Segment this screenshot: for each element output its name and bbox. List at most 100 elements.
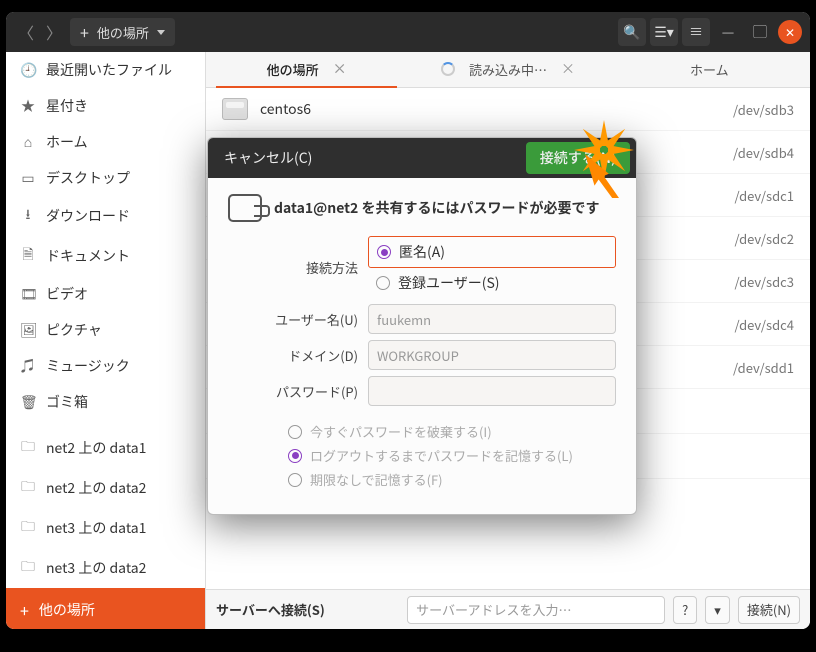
sidebar-item-label: ビデオ xyxy=(46,284,88,304)
radio-icon xyxy=(288,425,302,439)
sidebar-item-label: ゴミ箱 xyxy=(46,392,88,412)
username-input[interactable] xyxy=(368,304,616,334)
username-label: ユーザー名(U) xyxy=(228,310,368,329)
tab-home[interactable]: ホーム xyxy=(609,51,810,87)
search-button[interactable]: 🔍 xyxy=(618,18,646,46)
sidebar-item-recent[interactable]: 🕘 最近開いたファイル xyxy=(6,52,205,88)
sidebar-item-label: ドキュメント xyxy=(46,246,130,266)
sidebar-item-pictures[interactable]: 🖼 ピクチャ xyxy=(6,312,205,348)
chevron-down-icon xyxy=(157,30,165,35)
password-label: パスワード(P) xyxy=(228,382,368,401)
hamburger-menu[interactable]: ≡ xyxy=(682,18,710,46)
row-name: centos6 xyxy=(260,99,733,119)
plus-icon: + xyxy=(80,20,89,44)
folder-remote-icon: 🗀 xyxy=(20,516,36,540)
trash-icon: 🗑 xyxy=(20,392,36,412)
star-icon: ★ xyxy=(20,96,36,116)
tab-bar: 他の場所× 読み込み中… × ホーム xyxy=(206,52,810,88)
radio-icon xyxy=(288,449,302,463)
tab-close[interactable]: × xyxy=(561,59,575,79)
tab-loading[interactable]: 読み込み中… × xyxy=(407,51,608,87)
sidebar-item-label: ダウンロード xyxy=(46,206,130,226)
row-dev: /dev/sdc4 xyxy=(734,315,794,334)
row-dev: /dev/sdc3 xyxy=(734,272,794,291)
window-maximize[interactable]: ▢ xyxy=(746,18,774,46)
row-dev: /dev/sdb4 xyxy=(733,143,794,162)
password-dialog: キャンセル(C) 接続する(N) data1@net2 を共有するにはパスワード… xyxy=(207,137,637,515)
connect-button[interactable]: 接続(N) xyxy=(738,596,800,624)
radio-remember-forever[interactable]: 期限なしで記憶する(F) xyxy=(288,470,616,489)
sidebar-net-item[interactable]: 🗀 net3 上の data1 xyxy=(6,508,205,548)
sidebar-item-desktop[interactable]: ▭ デスクトップ xyxy=(6,160,205,196)
path-label: 他の場所 xyxy=(97,23,149,42)
radio-icon xyxy=(376,276,390,290)
cancel-button[interactable]: キャンセル(C) xyxy=(214,142,322,174)
password-input[interactable] xyxy=(368,376,616,406)
view-list-button[interactable]: ☰▾ xyxy=(650,18,678,46)
sidebar-other-locations[interactable]: + 他の場所 xyxy=(6,588,205,629)
sidebar-net-item[interactable]: 🗀 net2 上の data1 xyxy=(6,428,205,468)
dialog-title: data1@net2 を共有するにはパスワードが必要です xyxy=(274,198,600,218)
radio-anonymous[interactable]: 匿名(A) xyxy=(368,236,616,268)
list-row[interactable]: centos6/dev/sdb3 xyxy=(206,88,810,131)
tab-label: ホーム xyxy=(690,60,729,79)
sidebar-item-label: デスクトップ xyxy=(46,168,130,188)
desktop-icon: ▭ xyxy=(20,168,36,188)
sidebar-item-starred[interactable]: ★ 星付き xyxy=(6,88,205,124)
domain-input[interactable] xyxy=(368,340,616,370)
sidebar-net-item[interactable]: 🗀net2 上の data2 xyxy=(6,468,205,508)
server-address-input[interactable]: サーバーアドレスを入力… xyxy=(407,596,665,624)
dialog-header: キャンセル(C) 接続する(N) xyxy=(208,138,636,178)
sidebar-item-music[interactable]: ♫ミュージック xyxy=(6,348,205,384)
window-close[interactable]: ✕ xyxy=(778,20,802,44)
window-minimize[interactable]: — xyxy=(714,18,742,46)
path-breadcrumb[interactable]: + 他の場所 xyxy=(70,18,175,46)
sidebar: 🕘 最近開いたファイル ★ 星付き ⌂ ホーム ▭ デスクトップ ⭳ ダウンロード 🗎 ドキ… xyxy=(6,52,206,629)
sidebar-item-home[interactable]: ⌂ ホーム xyxy=(6,124,205,160)
sidebar-item-label: net3 上の data2 xyxy=(46,558,146,578)
sidebar-item-label: ミュージック xyxy=(46,356,130,376)
download-icon: ⭳ xyxy=(20,204,36,228)
sidebar-item-label: 最近開いたファイル xyxy=(46,60,172,80)
history-dropdown[interactable]: ▾ xyxy=(705,596,730,624)
drive-icon xyxy=(222,98,248,120)
sidebar-item-label: 星付き xyxy=(46,96,88,116)
help-button[interactable]: ? xyxy=(673,596,697,624)
sidebar-item-label: ピクチャ xyxy=(46,320,102,340)
video-icon: 🎞 xyxy=(20,284,36,304)
spinner-icon xyxy=(441,62,455,76)
sidebar-item-label: net3 上の data1 xyxy=(46,518,146,538)
row-dev: /dev/sdd1 xyxy=(733,358,794,377)
nav-back[interactable]: 〈 xyxy=(14,18,38,46)
radio-remember-session[interactable]: ログアウトするまでパスワードを記憶する(L) xyxy=(288,446,616,465)
sidebar-item-label: ホーム xyxy=(46,132,88,152)
plus-icon: + xyxy=(20,598,29,622)
sidebar-item-trash[interactable]: 🗑 ゴミ箱 xyxy=(6,384,205,420)
connect-label: サーバーへ接続(S) xyxy=(216,600,325,619)
sidebar-net-item[interactable]: 🗀net3 上の data2 xyxy=(6,548,205,588)
sidebar-item-documents[interactable]: 🗎 ドキュメント xyxy=(6,236,205,276)
sidebar-item-downloads[interactable]: ⭳ ダウンロード xyxy=(6,196,205,236)
row-dev: /dev/sdb3 xyxy=(733,100,794,119)
folder-remote-icon: 🗀 xyxy=(20,436,36,460)
sidebar-item-videos[interactable]: 🎞 ビデオ xyxy=(6,276,205,312)
row-dev: /dev/sdc1 xyxy=(734,186,794,205)
document-icon: 🗎 xyxy=(20,244,36,268)
radio-registered[interactable]: 登録ユーザー(S) xyxy=(368,268,616,298)
picture-icon: 🖼 xyxy=(20,320,36,340)
radio-forget[interactable]: 今すぐパスワードを破棄する(I) xyxy=(288,422,616,441)
nav-forward[interactable]: 〉 xyxy=(42,18,66,46)
titlebar: 〈 〉 + 他の場所 🔍 ☰▾ ≡ — ▢ ✕ xyxy=(6,12,810,52)
tab-other-locations[interactable]: 他の場所× xyxy=(206,51,407,87)
sidebar-item-label: net2 上の data2 xyxy=(46,478,146,498)
connect-confirm-button[interactable]: 接続する(N) xyxy=(526,142,630,174)
connect-bar: サーバーへ接続(S) サーバーアドレスを入力… ? ▾ 接続(N) xyxy=(206,589,810,629)
row-dev: /dev/sdc2 xyxy=(734,229,794,248)
recent-icon: 🕘 xyxy=(20,60,36,80)
home-icon: ⌂ xyxy=(20,132,36,152)
sidebar-item-label: net2 上の data1 xyxy=(46,438,146,458)
tab-close[interactable]: × xyxy=(333,59,347,79)
domain-label: ドメイン(D) xyxy=(228,346,368,365)
tab-label: 読み込み中… xyxy=(469,60,547,79)
sidebar-other-label: 他の場所 xyxy=(39,600,95,620)
